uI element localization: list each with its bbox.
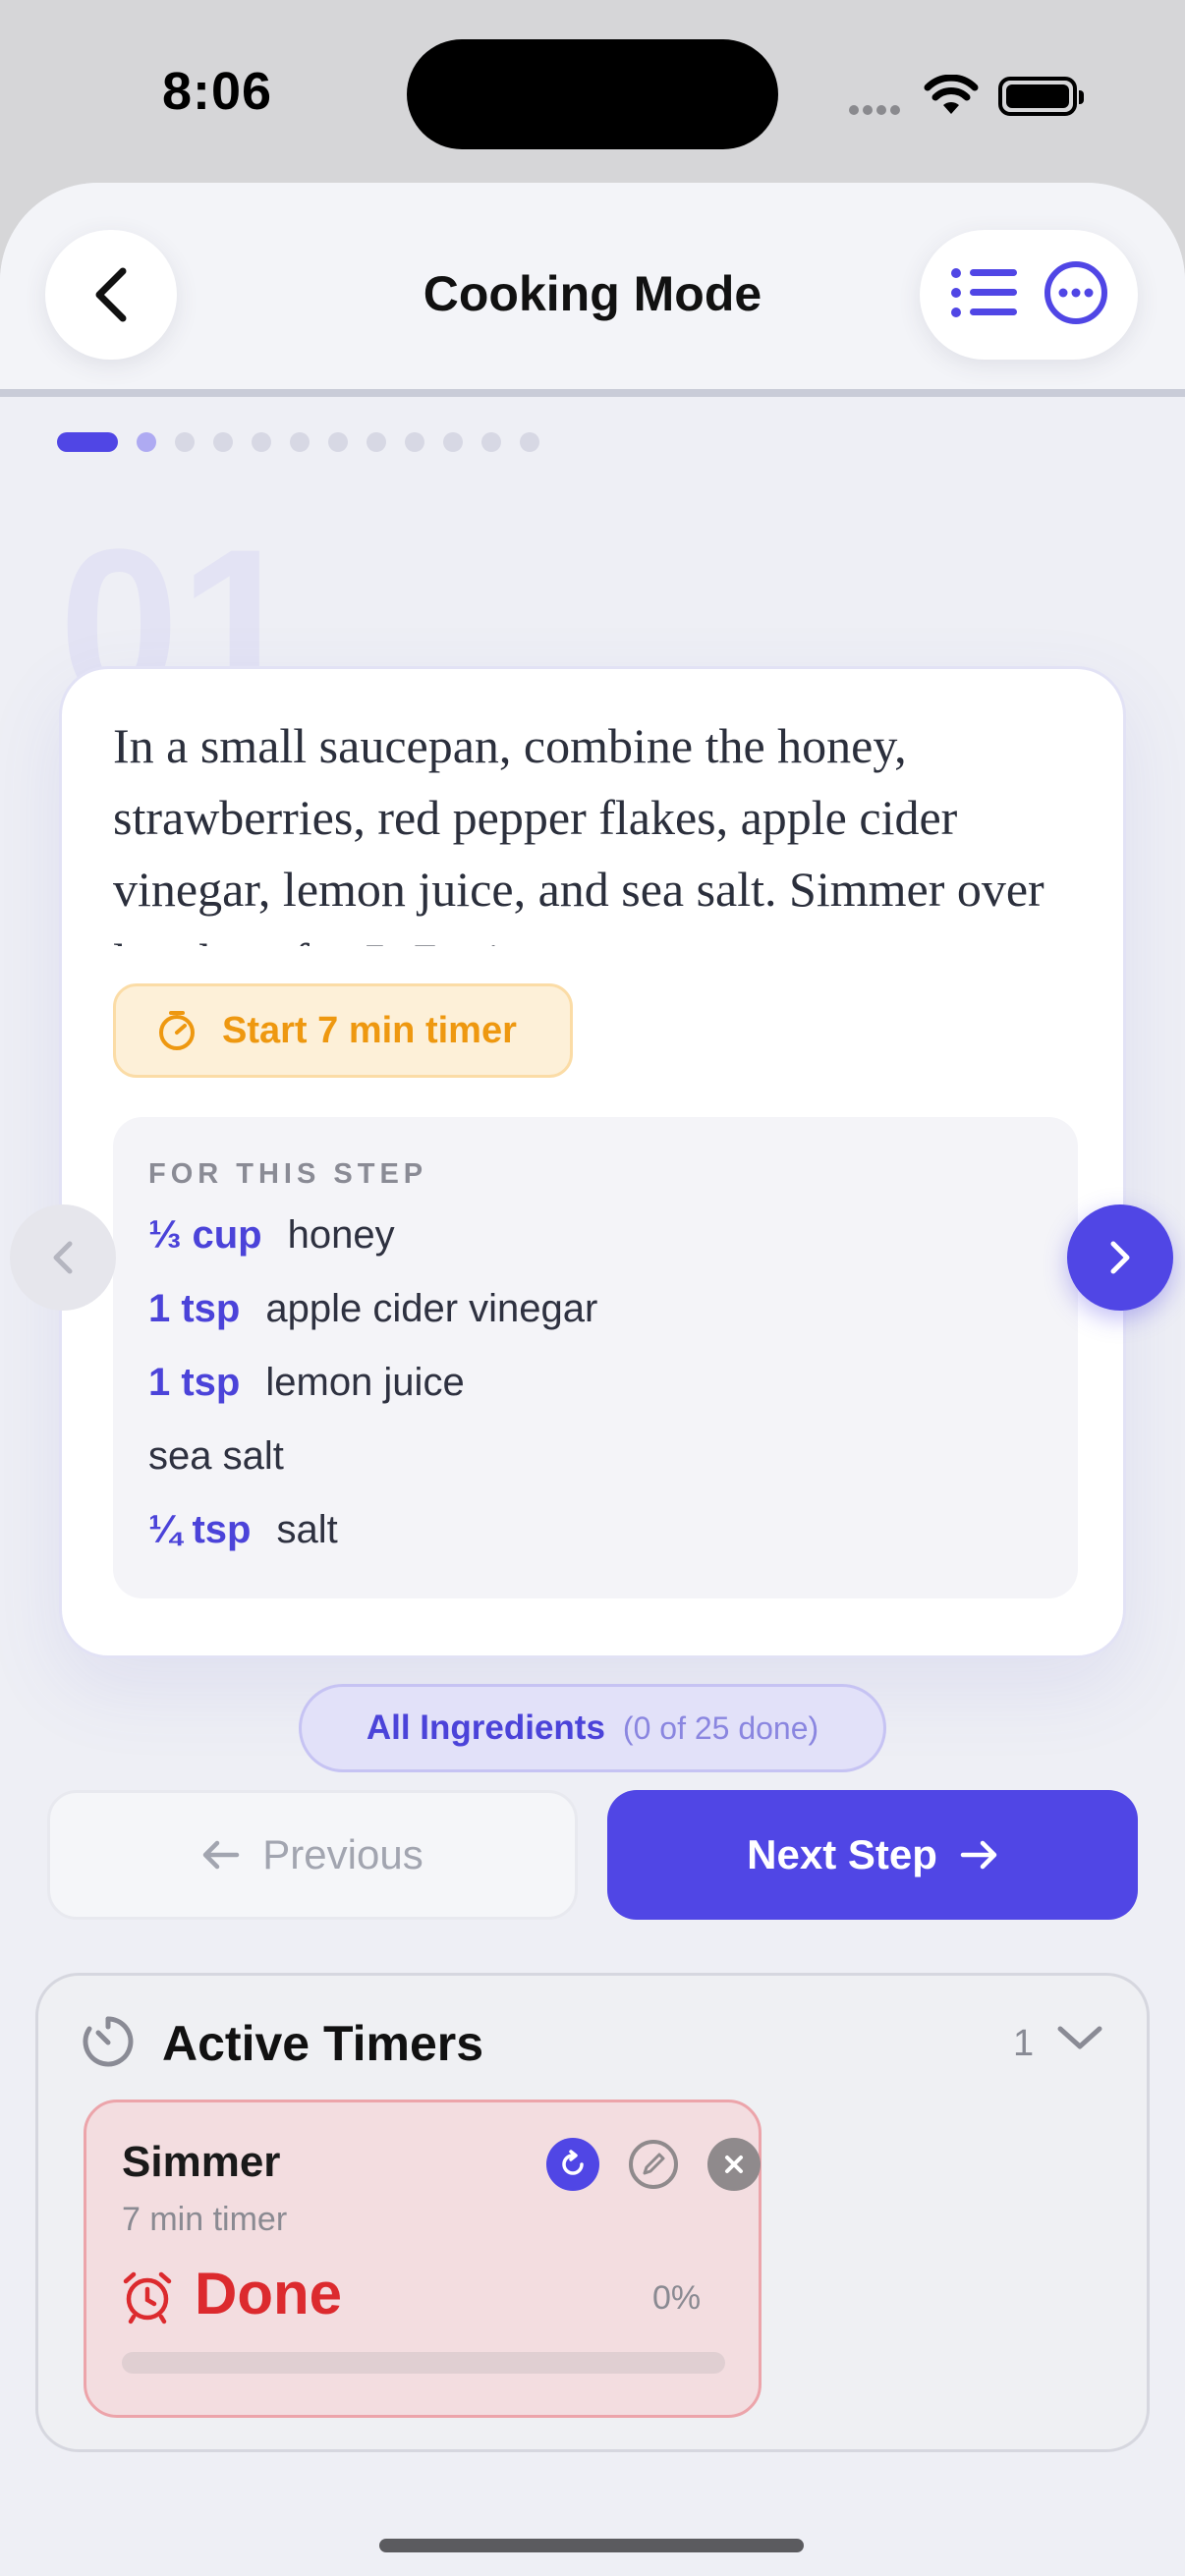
step-instruction: In a small saucepan, combine the honey, … [113,718,1044,946]
arrow-left-icon [203,1840,240,1870]
more-options-button[interactable] [1044,260,1108,330]
next-step-button[interactable]: Next Step [607,1790,1138,1920]
chevron-down-icon [1057,2026,1102,2049]
dismiss-timer-button[interactable] [707,2138,761,2191]
all-ingredients-button[interactable]: All Ingredients (0 of 25 done) [299,1684,886,1772]
progress-dot-2[interactable] [137,432,156,452]
start-timer-button[interactable]: Start 7 min timer [113,983,573,1078]
close-icon [725,2156,743,2173]
active-timers-count: 1 [1013,2023,1035,2064]
next-step-label: Next Step [747,1831,937,1877]
start-timer-label: Start 7 min timer [222,1009,517,1051]
all-ingredients-label: All Ingredients [366,1708,605,1747]
progress-dot-12[interactable] [520,432,539,452]
progress-dot-11[interactable] [481,432,501,452]
step-card: In a small saucepan, combine the honey, … [59,666,1126,1658]
cooking-sheet: Cooking Mode 01 In a small saucepan, com… [0,183,1185,2576]
restart-timer-button[interactable] [546,2138,599,2191]
progress-dot-7[interactable] [328,432,348,452]
progress-dot-9[interactable] [405,432,424,452]
step-ingredients: FOR THIS STEP ⅓ cup honey 1 tsp apple cide… [113,1117,1078,1598]
list-icon [950,267,1017,317]
chevron-left-icon [53,1241,73,1274]
progress-dot-10[interactable] [443,432,463,452]
collapse-timers-button[interactable] [1056,2023,1103,2057]
next-step-arrow[interactable] [1067,1204,1173,1311]
edit-timer-button[interactable] [627,2138,680,2191]
battery-icon [998,77,1084,116]
progress-dot-1[interactable] [57,432,118,452]
timer-progress-bar [122,2352,725,2374]
active-timers-title: Active Timers [162,2016,484,2071]
active-timers-panel: Active Timers 1 Simmer 7 min timer Done … [35,1973,1150,2452]
previous-button[interactable]: Previous [47,1790,578,1920]
progress-dot-8[interactable] [367,432,386,452]
progress-dot-6[interactable] [290,432,310,452]
step-progress-dots [57,432,558,452]
stopwatch-icon [80,2013,137,2075]
arrow-right-icon [960,1840,997,1870]
home-indicator[interactable] [379,2539,804,2552]
restart-icon [562,2150,584,2175]
all-ingredients-count: (0 of 25 done) [622,1709,819,1746]
timer-card[interactable]: Simmer 7 min timer Done 0% [84,2100,762,2418]
ingredients-list-button[interactable] [950,265,1019,325]
status-time: 8:06 [162,62,273,121]
chevron-right-icon [1110,1241,1130,1274]
dynamic-island [407,39,778,149]
header-divider [0,389,1185,397]
ingredient-row[interactable]: sea salt [148,1434,284,1479]
progress-dot-4[interactable] [213,432,233,452]
timer-status: Done [195,2261,342,2326]
ingredient-row[interactable]: ⅓ cup honey [148,1213,395,1258]
edit-icon [629,2140,678,2189]
alarm-clock-icon [120,2269,175,2329]
previous-label: Previous [262,1831,423,1877]
ingredient-row[interactable]: ¼ tsp salt [148,1508,338,1552]
wifi-icon [924,74,979,121]
timer-subtitle: 7 min timer [122,2201,288,2238]
previous-step-arrow[interactable] [10,1204,116,1311]
timer-icon [159,1011,195,1050]
header-actions [920,230,1138,360]
ingredient-row[interactable]: 1 tsp apple cider vinegar [148,1287,597,1331]
more-horizontal-icon [1044,260,1107,324]
progress-dot-5[interactable] [252,432,271,452]
progress-dot-3[interactable] [175,432,195,452]
timer-name: Simmer [122,2138,281,2186]
timer-percent: 0% [652,2279,702,2317]
step-ingredients-heading: FOR THIS STEP [148,1158,428,1190]
cellular-signal-icon [849,102,904,120]
ingredient-row[interactable]: 1 tsp lemon juice [148,1361,465,1405]
